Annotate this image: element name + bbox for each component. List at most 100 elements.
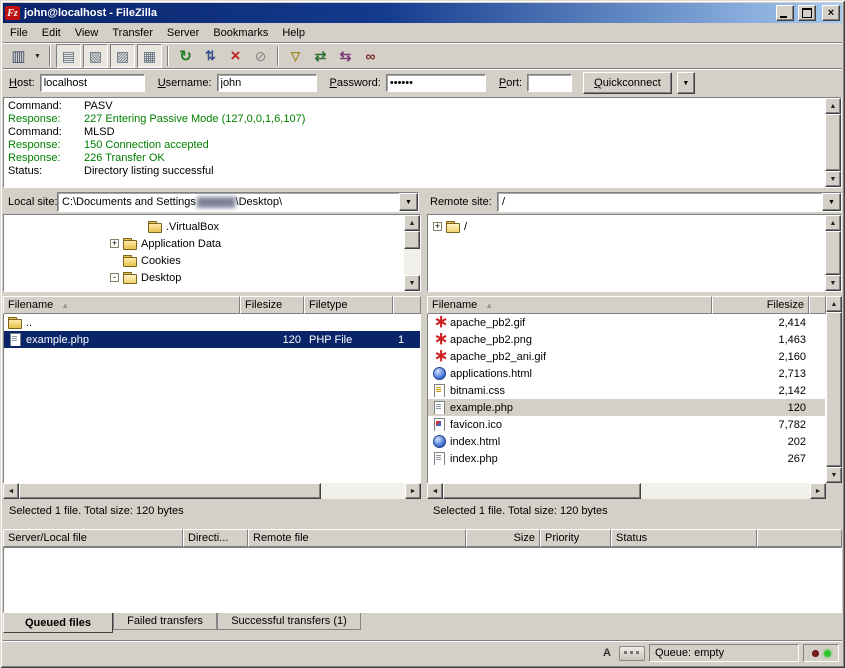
site-manager-dropdown-button[interactable] xyxy=(31,45,44,67)
toggle-queue-button[interactable] xyxy=(137,44,162,68)
local-site-combobox[interactable]: C:\Documents and Settings███████\Desktop… xyxy=(57,192,419,212)
image-file-icon xyxy=(432,316,447,329)
queue-column-server-local-file[interactable]: Server/Local file xyxy=(3,529,183,547)
remote-list-hscrollbar[interactable]: ◄ ► xyxy=(427,483,826,499)
minimize-button[interactable] xyxy=(776,5,794,21)
column-header-filename[interactable]: Filename xyxy=(427,296,712,314)
menu-server[interactable]: Server xyxy=(160,25,206,41)
filter-button[interactable] xyxy=(284,45,307,67)
scroll-down-icon[interactable]: ▼ xyxy=(825,171,841,187)
scrollbar-thumb[interactable] xyxy=(826,312,842,467)
menu-help[interactable]: Help xyxy=(275,25,312,41)
file-row[interactable]: favicon.ico7,782 xyxy=(428,416,825,433)
local-list-hscrollbar[interactable]: ◄ ► xyxy=(3,483,421,499)
menu-view[interactable]: View xyxy=(68,25,106,41)
tab-queued-files[interactable]: Queued files xyxy=(3,613,113,633)
transfer-type-icon[interactable]: A xyxy=(599,646,615,661)
file-row-selected[interactable]: example.php 120 PHP File 1 xyxy=(4,331,420,348)
tab-successful-transfers[interactable]: Successful transfers (1) xyxy=(217,613,361,630)
scrollbar-thumb[interactable] xyxy=(443,483,641,499)
column-header-filesize[interactable]: Filesize xyxy=(240,296,304,314)
scroll-left-icon[interactable]: ◄ xyxy=(3,483,19,499)
tree-expander[interactable]: - xyxy=(110,273,119,282)
port-input[interactable] xyxy=(527,74,572,92)
close-button[interactable]: × xyxy=(822,5,840,21)
quickconnect-dropdown-button[interactable]: ▼ xyxy=(677,72,695,94)
queue-column-priority[interactable]: Priority xyxy=(540,529,611,547)
tree-item[interactable]: -Desktop xyxy=(4,269,420,286)
scroll-down-icon[interactable]: ▼ xyxy=(404,275,420,291)
sync-browsing-button[interactable] xyxy=(334,45,357,67)
cancel-button[interactable] xyxy=(224,45,247,67)
scrollbar-thumb[interactable] xyxy=(404,231,420,249)
file-row[interactable]: applications.html2,713 xyxy=(428,365,825,382)
column-header-filename[interactable]: Filename xyxy=(3,296,240,314)
process-queue-button[interactable] xyxy=(199,45,222,67)
tree-item[interactable]: +/ xyxy=(428,218,841,235)
menu-edit[interactable]: Edit xyxy=(35,25,68,41)
tree-item[interactable]: +Application Data xyxy=(4,235,420,252)
remote-site-combobox[interactable]: / ▼ xyxy=(497,192,842,212)
toggle-local-tree-button[interactable] xyxy=(83,44,108,68)
scroll-up-icon[interactable]: ▲ xyxy=(826,296,842,312)
queue-column-status[interactable]: Status xyxy=(611,529,757,547)
file-row[interactable]: index.html202 xyxy=(428,433,825,450)
toggle-log-button[interactable] xyxy=(56,44,81,68)
log-scrollbar[interactable]: ▲ ▼ xyxy=(825,98,841,187)
scroll-up-icon[interactable]: ▲ xyxy=(404,215,420,231)
log-line-text: MLSD xyxy=(84,126,115,139)
compare-button[interactable] xyxy=(309,45,332,67)
queue-column-direction[interactable]: Directi... xyxy=(183,529,248,547)
scrollbar-thumb[interactable] xyxy=(19,483,321,499)
scroll-right-icon[interactable]: ► xyxy=(810,483,826,499)
quickconnect-button[interactable]: Quickconnect xyxy=(583,72,672,94)
local-tree-scrollbar[interactable]: ▲ ▼ xyxy=(404,215,420,291)
tree-expander[interactable]: + xyxy=(110,239,119,248)
remote-tree-scrollbar[interactable]: ▲ ▼ xyxy=(825,215,841,291)
scroll-up-icon[interactable]: ▲ xyxy=(825,98,841,114)
toggle-remote-tree-button[interactable] xyxy=(110,44,135,68)
remote-file-list: apache_pb2.gif2,414 apache_pb2.png1,463 … xyxy=(427,314,826,483)
scroll-up-icon[interactable]: ▲ xyxy=(825,215,841,231)
local-path-redacted: ███████ xyxy=(197,197,235,207)
tree-item[interactable]: .VirtualBox xyxy=(4,218,420,235)
tree-expander[interactable]: + xyxy=(433,222,442,231)
disconnect-button[interactable] xyxy=(249,45,272,67)
file-row[interactable]: apache_pb2_ani.gif2,160 xyxy=(428,348,825,365)
column-header-filetype[interactable]: Filetype xyxy=(304,296,393,314)
queue-column-size[interactable]: Size xyxy=(466,529,540,547)
maximize-button[interactable] xyxy=(798,5,816,21)
file-row[interactable]: apache_pb2.gif2,414 xyxy=(428,314,825,331)
scroll-right-icon[interactable]: ► xyxy=(405,483,421,499)
host-input[interactable] xyxy=(40,74,145,92)
refresh-button[interactable] xyxy=(174,45,197,67)
file-row[interactable]: index.php267 xyxy=(428,450,825,467)
file-row-selected[interactable]: example.php120 xyxy=(428,399,825,416)
file-row[interactable]: bitnami.css2,142 xyxy=(428,382,825,399)
queue-column-remote-file[interactable]: Remote file xyxy=(248,529,466,547)
scrollbar-thumb[interactable] xyxy=(825,114,841,171)
scroll-down-icon[interactable]: ▼ xyxy=(826,467,842,483)
remote-list-scrollbar[interactable]: ▲ ▼ xyxy=(826,296,842,483)
menu-bookmarks[interactable]: Bookmarks xyxy=(206,25,275,41)
remote-site-dropdown-icon[interactable]: ▼ xyxy=(822,193,841,211)
menu-transfer[interactable]: Transfer xyxy=(105,25,160,41)
scroll-left-icon[interactable]: ◄ xyxy=(427,483,443,499)
scrollbar-thumb[interactable] xyxy=(825,231,841,275)
scroll-down-icon[interactable]: ▼ xyxy=(825,275,841,291)
find-button[interactable] xyxy=(359,45,382,67)
file-row[interactable]: apache_pb2.png1,463 xyxy=(428,331,825,348)
remote-selection-status: Selected 1 file. Total size: 120 bytes xyxy=(427,501,842,521)
local-site-dropdown-icon[interactable]: ▼ xyxy=(399,193,418,211)
log-line-label: Command: xyxy=(8,100,84,113)
tree-item[interactable]: Cookies xyxy=(4,252,420,269)
column-header-filesize[interactable]: Filesize xyxy=(712,296,809,314)
queue-list[interactable] xyxy=(3,547,842,613)
menu-file[interactable]: File xyxy=(3,25,35,41)
password-input[interactable] xyxy=(386,74,486,92)
site-manager-button[interactable] xyxy=(7,45,30,67)
username-input[interactable] xyxy=(217,74,317,92)
tab-failed-transfers[interactable]: Failed transfers xyxy=(113,613,217,630)
speed-limit-icon[interactable] xyxy=(619,646,645,661)
file-row[interactable]: .. xyxy=(4,314,420,331)
